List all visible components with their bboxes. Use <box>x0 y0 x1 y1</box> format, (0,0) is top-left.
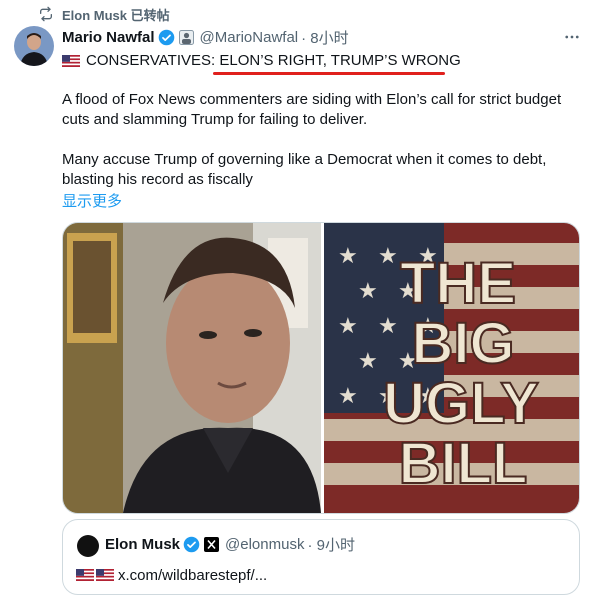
post-paragraph-2: Many accuse Trump of governing like a De… <box>62 151 547 188</box>
post-time[interactable]: · 8小时 <box>301 27 349 48</box>
x-logo-badge-icon <box>204 536 220 552</box>
quoted-author-avatar[interactable] <box>77 535 99 557</box>
poster-line-4: BILL <box>399 431 528 496</box>
us-flag-icon <box>76 569 94 581</box>
headline-prefix: CONSERVATIVES: <box>86 52 216 69</box>
quoted-link[interactable]: x.com/wildbarestepf/... <box>118 567 267 584</box>
more-options-icon[interactable] <box>563 28 581 46</box>
affiliate-badge-icon <box>178 29 194 45</box>
poster-line-3: UGLY <box>383 371 539 436</box>
quoted-post-time[interactable]: · 9小时 <box>307 534 355 555</box>
svg-text:★: ★ <box>358 278 378 303</box>
svg-text:★: ★ <box>338 313 358 338</box>
show-more-link[interactable]: 显示更多 <box>62 190 122 211</box>
repost-icon <box>38 6 54 22</box>
quoted-author-handle[interactable]: @elonmusk <box>225 536 304 553</box>
svg-text:★: ★ <box>338 383 358 408</box>
quoted-post-header: Elon Musk @elonmusk · 9小时 <box>105 533 355 555</box>
headline-highlight: ELON’S RIGHT, TRUMP’S WRONG <box>219 52 461 69</box>
author-avatar[interactable] <box>14 26 54 66</box>
quoted-author-name[interactable]: Elon Musk <box>105 536 180 553</box>
post-headline: CONSERVATIVES: ELON’S RIGHT, TRUMP’S WRO… <box>62 52 461 69</box>
quoted-verified-badge-icon <box>183 536 200 553</box>
us-flag-icon <box>96 569 114 581</box>
us-flag-icon <box>62 54 80 67</box>
author-name[interactable]: Mario Nawfal <box>62 29 155 46</box>
poster-line-2: BIG <box>411 311 514 376</box>
poster-line-1: THE <box>400 251 516 316</box>
post-paragraph-1: A flood of Fox News commenters are sidin… <box>62 91 562 128</box>
verified-badge-icon <box>158 29 175 46</box>
quoted-post-card[interactable]: Elon Musk @elonmusk · 9小时 x.com/wildbare… <box>62 519 580 595</box>
post-media-image[interactable]: ★ ★ ★ ★ ★ ★ ★ ★ ★ ★ ★ ★ ★ THE BIG UGLY BILL <box>62 222 580 514</box>
svg-text:★: ★ <box>338 243 358 268</box>
svg-text:★: ★ <box>358 348 378 373</box>
author-handle[interactable]: @MarioNawfal <box>200 29 299 46</box>
svg-text:★: ★ <box>378 243 398 268</box>
post-header: Mario Nawfal @MarioNawfal · 8小时 <box>62 26 581 48</box>
repost-label: Elon Musk 已转帖 <box>62 7 170 23</box>
highlight-underline <box>213 72 445 75</box>
quoted-post-body: x.com/wildbarestepf/... <box>76 564 267 586</box>
repost-header[interactable]: Elon Musk 已转帖 <box>38 5 170 23</box>
svg-text:★: ★ <box>378 313 398 338</box>
